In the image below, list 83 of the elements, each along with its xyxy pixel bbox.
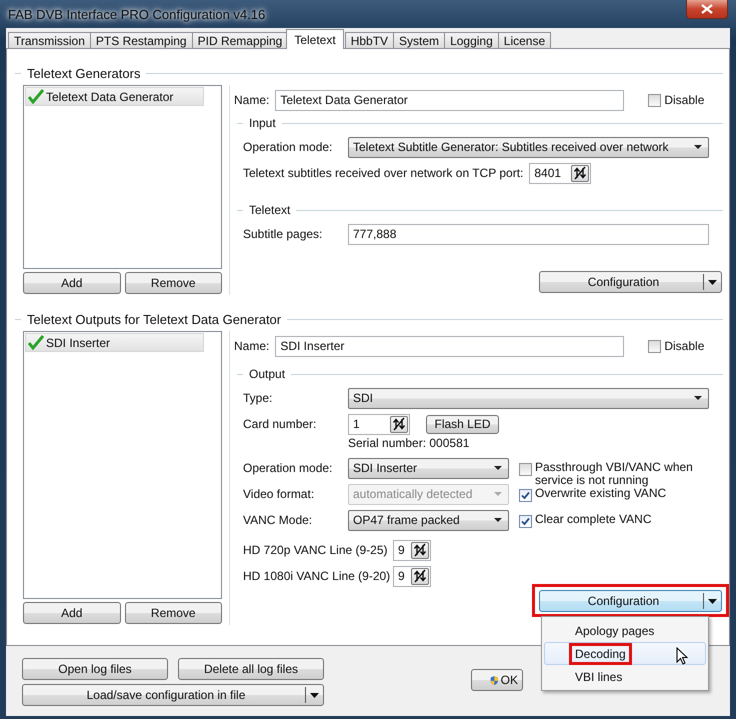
tab[interactable]: PID Remapping <box>192 32 288 48</box>
checkbox-label: Passthrough VBI/VANC when service is not running <box>535 461 694 487</box>
caret-icon <box>310 692 319 698</box>
name-field[interactable]: SDI Inserter <box>275 336 624 356</box>
dropdown[interactable]: SDI Inserter <box>348 458 509 478</box>
ok-button[interactable]: OK <box>471 669 523 691</box>
field-label: HD 1080i VANC Line (9-20) <box>243 569 392 583</box>
checkbox[interactable] <box>648 340 662 352</box>
menu-item[interactable]: Apology pages <box>544 619 706 642</box>
checkbox[interactable] <box>519 463 532 476</box>
dropdown-arrow-icon <box>494 492 502 496</box>
number-field[interactable]: 9 <box>393 540 431 560</box>
list-action-button[interactable]: Remove <box>124 272 222 294</box>
field-label: Type: <box>243 391 274 405</box>
dropdown-arrow-icon <box>694 396 702 400</box>
checkbox[interactable] <box>519 489 532 502</box>
field-label: Name: <box>234 339 270 353</box>
group-heading: Input <box>249 116 276 130</box>
field-label: Operation mode: <box>243 140 334 154</box>
group-heading: Teletext <box>249 203 290 217</box>
field-label: Card number: <box>243 417 318 431</box>
close-icon <box>701 4 713 14</box>
flash-led-button[interactable]: Flash LED <box>426 414 499 434</box>
list-action-button[interactable]: Remove <box>124 602 222 624</box>
field-label: Name: <box>234 93 270 107</box>
list-item[interactable]: Teletext Data Generator <box>25 87 204 106</box>
spinner-button[interactable] <box>411 568 429 584</box>
up-down-arrows-icon <box>413 543 427 557</box>
tab[interactable]: Logging <box>444 32 499 48</box>
section-heading: Teletext Generators <box>27 66 140 80</box>
checkbox-label: Overwrite existing VANC <box>535 487 666 500</box>
menu-item[interactable]: Decoding <box>544 642 706 665</box>
tab[interactable]: System <box>393 32 446 48</box>
dropdown[interactable]: OP47 frame packed <box>348 510 509 530</box>
menu-item[interactable]: VBI lines <box>544 665 706 688</box>
spinner-button[interactable] <box>571 164 590 182</box>
serial-number-text: Serial number: 000581 <box>348 436 470 450</box>
log-button[interactable]: Open log files <box>22 658 168 680</box>
checkbox-label: Disable <box>664 339 704 353</box>
caret-icon <box>708 598 717 604</box>
spinner-button[interactable] <box>411 542 429 558</box>
caret-icon <box>708 280 717 284</box>
number-field[interactable]: 9 <box>393 566 431 586</box>
field-label: Video format: <box>243 487 316 501</box>
list-action-button[interactable]: Add <box>23 602 120 624</box>
field-label: Subtitle pages: <box>243 227 324 241</box>
up-down-arrows-icon <box>392 417 406 431</box>
load-save-button[interactable]: Load/save configuration in file <box>22 684 324 706</box>
checkbox-label: Disable <box>664 93 704 107</box>
up-down-arrows-icon <box>573 166 588 180</box>
log-button[interactable]: Delete all log files <box>178 658 324 680</box>
field-label: Teletext subtitles received over network on TCP port: <box>243 166 524 180</box>
number-field[interactable]: 8401 <box>529 162 592 184</box>
up-down-arrows-icon <box>413 569 427 583</box>
tab[interactable]: Teletext <box>286 29 344 49</box>
name-field[interactable]: Teletext Data Generator <box>275 90 624 110</box>
list-action-button[interactable]: Add <box>23 272 120 294</box>
tab[interactable]: Transmission <box>8 32 91 48</box>
configuration-button[interactable]: Configuration <box>539 271 722 293</box>
list-item[interactable]: SDI Inserter <box>25 333 204 352</box>
checkbox-label: Clear complete VANC <box>535 513 652 526</box>
mouse-pointer-icon <box>676 647 688 665</box>
field-label: VANC Mode: <box>243 513 314 527</box>
tab[interactable]: HbbTV <box>344 32 394 48</box>
group-heading: Output <box>249 367 286 381</box>
tab[interactable]: License <box>498 32 552 48</box>
dropdown[interactable]: Teletext Subtitle Generator: Subtitles received over network <box>348 136 709 158</box>
dropdown-arrow-icon <box>694 145 702 149</box>
checkbox[interactable] <box>648 94 662 106</box>
subtitle-pages-field[interactable]: 777,888 <box>348 224 709 244</box>
dropdown-arrow-icon <box>494 518 502 522</box>
window-title: FAB DVB Interface PRO Configuration v4.16 <box>8 6 266 22</box>
checkbox[interactable] <box>519 515 532 528</box>
field-label: HD 720p VANC Line (9-25) <box>243 543 389 557</box>
spinner-button[interactable] <box>390 416 408 432</box>
field-label: Operation mode: <box>243 461 334 475</box>
section-heading: Teletext Outputs for Teletext Data Generator <box>27 312 282 326</box>
dropdown-arrow-icon <box>494 466 502 470</box>
configuration-button[interactable]: Configuration <box>539 590 722 612</box>
number-field[interactable]: 1 <box>348 414 410 434</box>
dropdown[interactable]: SDI <box>348 388 709 408</box>
tab[interactable]: PTS Restamping <box>90 32 193 48</box>
close-button[interactable] <box>686 0 728 19</box>
